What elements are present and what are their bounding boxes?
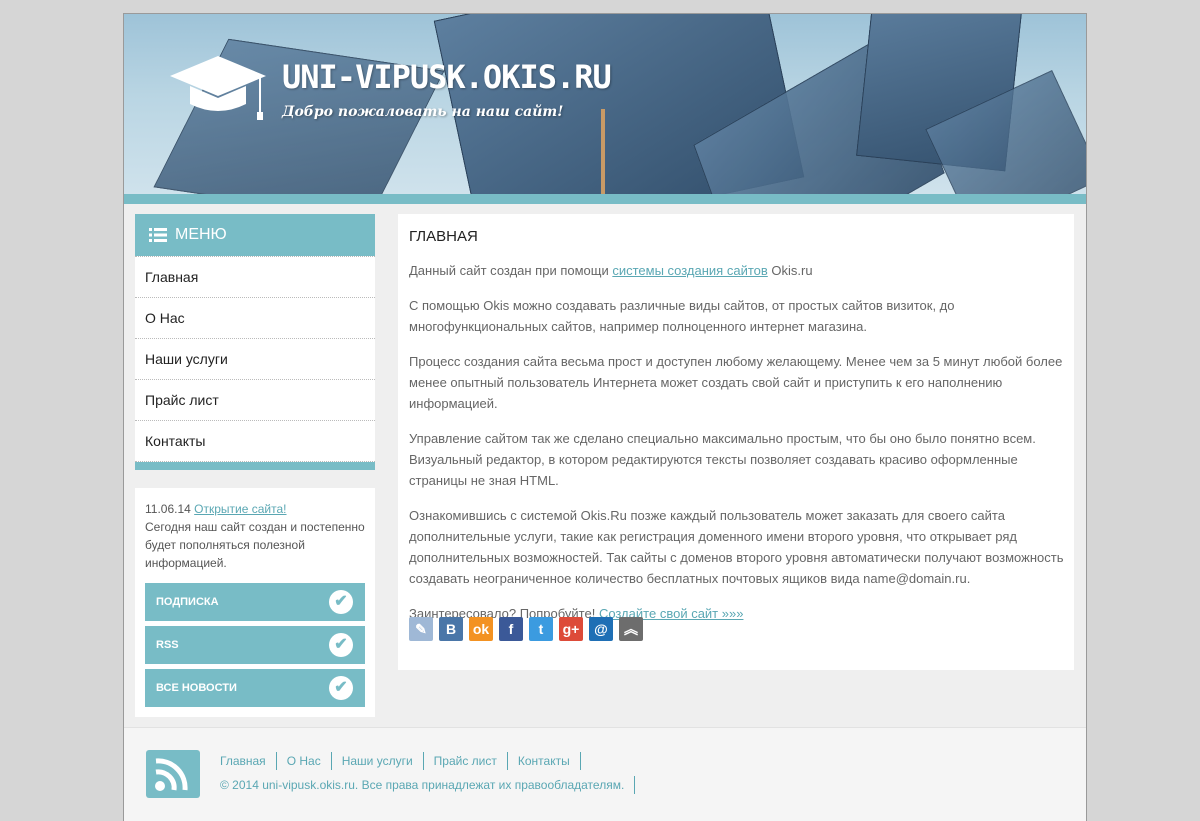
check-icon: ✔ xyxy=(329,676,353,700)
all-news-button[interactable]: ВСЕ НОВОСТИ ✔ xyxy=(145,669,365,707)
header-banner: UNI-VIPUSK.OKIS.RU Добро пожаловать на н… xyxy=(124,14,1086,194)
text: Данный сайт создан при помощи xyxy=(409,263,613,278)
site-subtitle: Добро пожаловать на наш сайт! xyxy=(282,104,564,120)
paragraph: Ознакомившись с системой Okis.Ru позже к… xyxy=(409,508,1064,586)
footer-link-services[interactable]: Наши услуги xyxy=(332,752,424,770)
footer-link-home[interactable]: Главная xyxy=(220,752,277,770)
check-icon: ✔ xyxy=(329,590,353,614)
facebook-icon[interactable]: f xyxy=(499,617,523,641)
mail-ru-icon[interactable]: @ xyxy=(589,617,613,641)
footer-nav: Главная О Нас Наши услуги Прайс лист Кон… xyxy=(220,752,581,770)
menu-bottom-bar xyxy=(135,462,375,470)
menu-header: МЕНЮ xyxy=(135,214,375,256)
paragraph: Управление сайтом так же сделано специал… xyxy=(409,431,1036,488)
menu-list: Главная О Нас Наши услуги Прайс лист Кон… xyxy=(135,256,375,462)
copyright: © 2014 uni-vipusk.okis.ru. Все права при… xyxy=(220,776,636,794)
list-icon xyxy=(149,228,167,242)
footer-link-contacts[interactable]: Контакты xyxy=(508,752,581,770)
google-plus-icon[interactable]: g+ xyxy=(559,617,583,641)
menu-item-about[interactable]: О Нас xyxy=(135,299,375,339)
graduation-cap-icon xyxy=(170,56,266,120)
social-share-bar: ✎ Bok f t g+ @ ︽ xyxy=(409,617,643,641)
news-text: Сегодня наш сайт создан и постепенно буд… xyxy=(145,520,365,570)
paragraph: Данный сайт создан при помощи системы со… xyxy=(409,260,1069,281)
footer-link-about[interactable]: О Нас xyxy=(277,752,332,770)
rss-button[interactable]: RSS ✔ xyxy=(145,626,365,664)
news-link[interactable]: Открытие сайта! xyxy=(194,502,286,516)
rss-label: RSS xyxy=(156,639,179,651)
news-block: 11.06.14 Открытие сайта! Сегодня наш сай… xyxy=(135,488,375,717)
check-icon: ✔ xyxy=(329,633,353,657)
main-content: ГЛАВНАЯ Данный сайт создан при помощи си… xyxy=(398,214,1074,670)
page: UNI-VIPUSK.OKIS.RU Добро пожаловать на н… xyxy=(123,13,1087,821)
subscribe-button[interactable]: ПОДПИСКА ✔ xyxy=(145,583,365,621)
paragraph: Процесс создания сайта весьма прост и до… xyxy=(409,354,1063,411)
news-item: 11.06.14 Открытие сайта! Сегодня наш сай… xyxy=(145,500,365,572)
site-builder-link[interactable]: системы создания сайтов xyxy=(612,263,767,278)
more-icon[interactable]: ︽ xyxy=(619,617,643,641)
menu-item-contacts[interactable]: Контакты xyxy=(135,422,375,462)
footer-link-pricelist[interactable]: Прайс лист xyxy=(424,752,508,770)
menu-item-pricelist[interactable]: Прайс лист xyxy=(135,381,375,421)
sidebar-menu: МЕНЮ Главная О Нас Наши услуги Прайс лис… xyxy=(135,214,375,470)
news-date: 11.06.14 xyxy=(145,502,191,516)
tassel xyxy=(601,109,605,194)
vk-icon[interactable]: B xyxy=(439,617,463,641)
page-title: ГЛАВНАЯ xyxy=(409,228,478,245)
all-news-label: ВСЕ НОВОСТИ xyxy=(156,682,237,694)
livejournal-icon[interactable]: ✎ xyxy=(409,617,433,641)
footer: Главная О Нас Наши услуги Прайс лист Кон… xyxy=(124,727,1086,821)
text: Okis.ru xyxy=(767,263,813,278)
rss-icon xyxy=(155,758,188,791)
paragraph: С помощью Okis можно создавать различные… xyxy=(409,298,955,334)
menu-item-services[interactable]: Наши услуги xyxy=(135,340,375,380)
menu-item-home[interactable]: Главная xyxy=(135,258,375,298)
site-title[interactable]: UNI-VIPUSK.OKIS.RU xyxy=(282,58,612,96)
twitter-icon[interactable]: t xyxy=(529,617,553,641)
article-body: Данный сайт создан при помощи системы со… xyxy=(409,260,1069,638)
odnoklassniki-icon[interactable]: ok xyxy=(469,617,493,641)
subscribe-label: ПОДПИСКА xyxy=(156,596,219,608)
rss-icon[interactable] xyxy=(146,750,200,798)
menu-title: МЕНЮ xyxy=(175,226,227,243)
header-stripe xyxy=(124,194,1086,204)
